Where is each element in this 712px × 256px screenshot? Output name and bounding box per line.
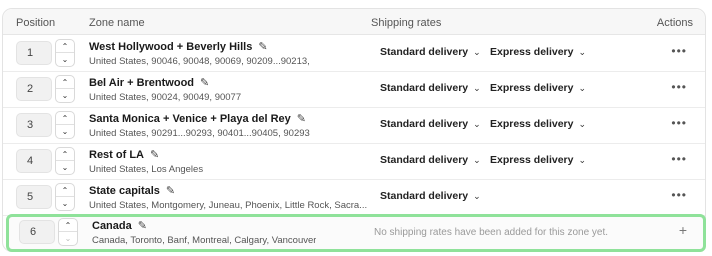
plus-icon[interactable]: +	[679, 222, 687, 238]
table-row: 2 ⌃ ⌄ Bel Air + Brentwood ✎ United States…	[3, 72, 705, 108]
pencil-icon[interactable]: ✎	[297, 113, 306, 125]
chevron-down-icon: ⌄	[473, 119, 481, 129]
standard-delivery-dropdown[interactable]: Standard delivery ⌄	[380, 118, 481, 130]
position-value[interactable]: 2	[16, 77, 52, 101]
chevron-down-icon: ⌄	[473, 155, 481, 165]
chevron-down-icon[interactable]: ⌄	[56, 161, 74, 174]
more-horizontal-icon[interactable]: •••	[671, 116, 687, 130]
header-position: Position	[16, 17, 56, 29]
rate-label: Standard delivery	[380, 154, 469, 166]
rate-label: Express delivery	[490, 82, 574, 94]
zone-description: United States, 90024, 90049, 90077	[89, 92, 242, 103]
chevron-down-icon[interactable]: ⌄	[59, 232, 77, 245]
more-horizontal-icon[interactable]: •••	[671, 188, 687, 202]
rate-label: Express delivery	[490, 46, 574, 58]
no-rates-message: No shipping rates have been added for th…	[374, 227, 609, 238]
rate-label: Standard delivery	[380, 190, 469, 202]
shipping-zones-table: Position Zone name Shipping rates Action…	[2, 8, 706, 252]
zone-name-text: State capitals	[89, 185, 160, 197]
more-horizontal-icon[interactable]: •••	[671, 44, 687, 58]
chevron-up-icon[interactable]: ⌃	[56, 76, 74, 89]
chevron-down-icon: ⌄	[473, 47, 481, 57]
zone-description: United States, Montgomery, Juneau, Phoen…	[89, 200, 368, 211]
standard-delivery-dropdown[interactable]: Standard delivery ⌄	[380, 82, 481, 94]
header-zone-name: Zone name	[89, 17, 145, 29]
chevron-down-icon[interactable]: ⌄	[56, 197, 74, 210]
rate-label: Standard delivery	[380, 82, 469, 94]
position-stepper[interactable]: ⌃ ⌄	[55, 39, 75, 67]
zone-description: United States, Los Angeles	[89, 164, 204, 175]
zone-name-text: Canada	[92, 220, 132, 232]
zone-name: West Hollywood + Beverly Hills ✎	[89, 40, 268, 53]
chevron-down-icon[interactable]: ⌄	[56, 89, 74, 102]
zone-description: United States, 90291...90293, 90401...90…	[89, 128, 310, 139]
position-stepper[interactable]: ⌃ ⌄	[55, 75, 75, 103]
zone-name: Bel Air + Brentwood ✎	[89, 76, 209, 89]
express-delivery-dropdown[interactable]: Express delivery ⌄	[490, 46, 586, 58]
position-value[interactable]: 1	[16, 41, 52, 65]
pencil-icon[interactable]: ✎	[258, 41, 267, 53]
zone-name-text: West Hollywood + Beverly Hills	[89, 41, 253, 53]
express-delivery-dropdown[interactable]: Express delivery ⌄	[490, 82, 586, 94]
zone-name: Santa Monica + Venice + Playa del Rey ✎	[89, 112, 306, 125]
position-stepper[interactable]: ⌃ ⌄	[58, 218, 78, 246]
chevron-up-icon[interactable]: ⌃	[56, 184, 74, 197]
zone-name: State capitals ✎	[89, 184, 175, 197]
chevron-down-icon: ⌄	[473, 83, 481, 93]
position-value[interactable]: 4	[16, 149, 52, 173]
header-shipping-rates: Shipping rates	[371, 17, 442, 29]
chevron-down-icon: ⌄	[473, 191, 481, 201]
chevron-up-icon[interactable]: ⌃	[59, 219, 77, 232]
table-row: 5 ⌃ ⌄ State capitals ✎ United States, Mon…	[3, 180, 705, 216]
chevron-down-icon[interactable]: ⌄	[56, 125, 74, 138]
table-row: 3 ⌃ ⌄ Santa Monica + Venice + Playa del …	[3, 108, 705, 144]
zone-name-text: Rest of LA	[89, 149, 144, 161]
pencil-icon[interactable]: ✎	[166, 185, 175, 197]
express-delivery-dropdown[interactable]: Express delivery ⌄	[490, 118, 586, 130]
rate-label: Standard delivery	[380, 118, 469, 130]
position-stepper[interactable]: ⌃ ⌄	[55, 147, 75, 175]
express-delivery-dropdown[interactable]: Express delivery ⌄	[490, 154, 586, 166]
table-row-selected: 6 ⌃ ⌄ Canada ✎ Canada, Toronto, Banf, Mon…	[6, 214, 706, 252]
position-value[interactable]: 5	[16, 185, 52, 209]
pencil-icon[interactable]: ✎	[138, 220, 147, 232]
chevron-down-icon: ⌄	[578, 47, 587, 57]
standard-delivery-dropdown[interactable]: Standard delivery ⌄	[380, 154, 481, 166]
more-horizontal-icon[interactable]: •••	[671, 152, 687, 166]
chevron-down-icon: ⌄	[578, 119, 587, 129]
rate-label: Express delivery	[490, 118, 574, 130]
pencil-icon[interactable]: ✎	[150, 149, 159, 161]
table-header: Position Zone name Shipping rates Action…	[3, 9, 705, 35]
zone-name-text: Bel Air + Brentwood	[89, 77, 195, 89]
chevron-down-icon: ⌄	[578, 155, 587, 165]
table-row: 4 ⌃ ⌄ Rest of LA ✎ United States, Los Ang…	[3, 144, 705, 180]
chevron-up-icon[interactable]: ⌃	[56, 112, 74, 125]
chevron-up-icon[interactable]: ⌃	[56, 40, 74, 53]
zone-description: United States, 90046, 90048, 90069, 9020…	[89, 56, 310, 67]
table-row: 1 ⌃ ⌄ West Hollywood + Beverly Hills ✎ Un…	[3, 36, 705, 72]
header-actions: Actions	[656, 17, 693, 29]
chevron-down-icon: ⌄	[578, 83, 587, 93]
position-stepper[interactable]: ⌃ ⌄	[55, 111, 75, 139]
zone-name-text: Santa Monica + Venice + Playa del Rey	[89, 113, 291, 125]
position-value[interactable]: 3	[16, 113, 52, 137]
chevron-up-icon[interactable]: ⌃	[56, 148, 74, 161]
chevron-down-icon[interactable]: ⌄	[56, 53, 74, 66]
standard-delivery-dropdown[interactable]: Standard delivery ⌄	[380, 46, 481, 58]
position-value[interactable]: 6	[19, 220, 55, 244]
more-horizontal-icon[interactable]: •••	[671, 80, 687, 94]
pencil-icon[interactable]: ✎	[200, 77, 209, 89]
zone-description: Canada, Toronto, Banf, Montreal, Calgary…	[92, 235, 317, 246]
zone-name: Rest of LA ✎	[89, 148, 159, 161]
standard-delivery-dropdown[interactable]: Standard delivery ⌄	[380, 190, 481, 202]
rate-label: Standard delivery	[380, 46, 469, 58]
zone-name: Canada ✎	[92, 219, 147, 232]
position-stepper[interactable]: ⌃ ⌄	[55, 183, 75, 211]
rate-label: Express delivery	[490, 154, 574, 166]
